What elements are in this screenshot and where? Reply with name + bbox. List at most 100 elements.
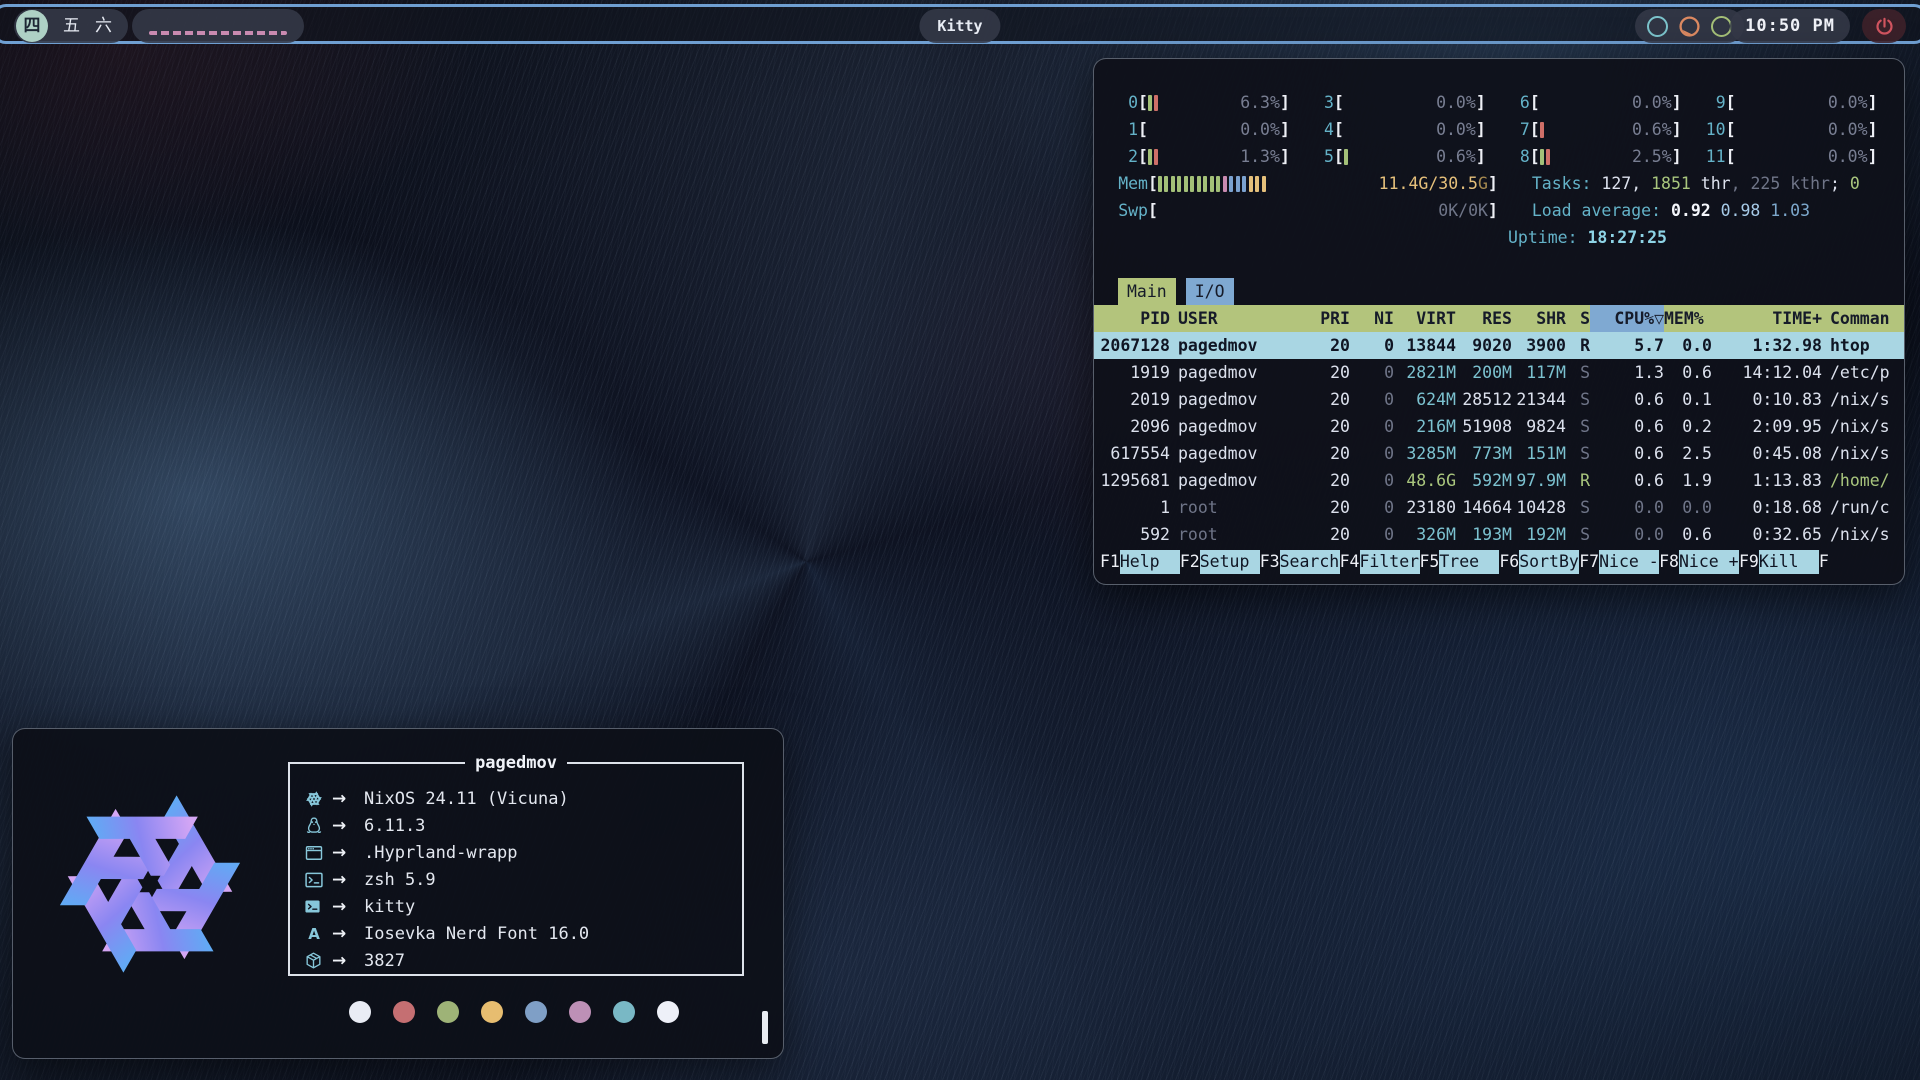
cpu-meter-9: 9[0.0%] (1706, 93, 1878, 112)
cpu-meter-3: 3[0.0%] (1314, 93, 1486, 112)
fetch-value: kitty (364, 897, 415, 917)
htop-terminal-window[interactable]: 0[6.3%]3[0.0%]6[0.0%]9[0.0%]1[0.0%]4[0.0… (1093, 58, 1905, 585)
fkey-f4-filter[interactable]: F4Filter (1340, 550, 1420, 574)
terminal-color-palette (349, 1001, 679, 1023)
shell-icon (304, 870, 332, 890)
tab-main[interactable]: Main (1118, 278, 1176, 305)
cpu-meter-0: 0[6.3%] (1118, 93, 1290, 112)
palette-dot-1 (393, 1001, 415, 1023)
svg-text:A: A (308, 925, 320, 943)
uptime-value: Uptime: 18:27:25 (1508, 228, 1667, 247)
fkey-f5-tree[interactable]: F5Tree (1420, 550, 1500, 574)
fkey-f8-nice+[interactable]: F8Nice + (1659, 550, 1739, 574)
power-icon (1873, 15, 1896, 38)
fetch-value: zsh 5.9 (364, 870, 436, 890)
mpris-widget[interactable] (132, 9, 304, 43)
fetch-value: NixOS 24.11 (Vicuna) (364, 789, 569, 809)
fkey-f6-sortby[interactable]: F6SortBy (1499, 550, 1579, 574)
process-row-1295681[interactable]: 1295681pagedmov20048.6G592M97.9MR0.61.91… (1094, 467, 1904, 494)
clock-label: 10:50 PM (1745, 16, 1835, 36)
cpu-meter-4: 4[0.0%] (1314, 120, 1486, 139)
fetch-value: Iosevka Nerd Font 16.0 (364, 924, 589, 944)
arrow-icon: → (332, 951, 364, 971)
cpu-meters: 0[6.3%]3[0.0%]6[0.0%]9[0.0%]1[0.0%]4[0.0… (1094, 89, 1904, 170)
swap-meter-row: Swp[0K/0K] Load average: 0.92 0.98 1.03 (1094, 197, 1904, 224)
fetch-row: →3827 (304, 947, 734, 974)
cpu-meter-10: 10[0.0%] (1706, 120, 1878, 139)
workspace-button-四[interactable]: 四 (16, 10, 48, 42)
teal-circle-icon[interactable] (1647, 16, 1668, 37)
border-line (567, 762, 744, 764)
font-icon: A (304, 924, 332, 944)
htop-content: 0[6.3%]3[0.0%]6[0.0%]9[0.0%]1[0.0%]4[0.0… (1094, 59, 1904, 584)
fetch-row: →zsh 5.9 (304, 866, 734, 893)
palette-dot-7 (657, 1001, 679, 1023)
status-bar: 四五六 Kitty 10:50 PM (0, 0, 1920, 48)
fetch-value: .Hyprland-wrapp (364, 843, 518, 863)
process-table-header[interactable]: PIDUSERPRINIVIRTRESSHRSCPU%▽MEM%TIME+Com… (1094, 305, 1904, 332)
clock-widget[interactable]: 10:50 PM (1730, 9, 1850, 43)
nixos-logo (35, 769, 265, 999)
fetch-value: 6.11.3 (364, 816, 425, 836)
desktop: 四五六 Kitty 10:50 PM 0[6.3%]3 (0, 0, 1920, 1080)
mpris-progress-dashes (149, 31, 287, 35)
uptime-row: Uptime: 18:27:25 (1094, 224, 1904, 251)
process-row-592[interactable]: 592root200326M193M192MS0.00.60:32.65/nix… (1094, 521, 1904, 548)
fkey-f7-nice[interactable]: F7Nice - (1579, 550, 1659, 574)
arrow-icon: → (332, 789, 364, 809)
cpu-meter-8: 8[2.5%] (1510, 147, 1682, 166)
fetch-row: →.Hyprland-wrapp (304, 839, 734, 866)
cpu-meter-7: 7[0.6%] (1510, 120, 1682, 139)
cpu-meter-11: 11[0.0%] (1706, 147, 1878, 166)
arrow-icon: → (332, 816, 364, 836)
load-average: Load average: 0.92 0.98 1.03 (1532, 201, 1810, 220)
nix-icon (304, 789, 332, 809)
palette-dot-4 (525, 1001, 547, 1023)
tasks-summary: Tasks: 127, 1851 thr, 225 kthr; 0 (1532, 174, 1860, 193)
swap-meter: Swp[0K/0K] (1118, 201, 1498, 220)
process-row-617554[interactable]: 617554pagedmov2003285M773M151MS0.62.50:4… (1094, 440, 1904, 467)
process-row-2067128[interactable]: 2067128pagedmov2001384490203900R5.70.01:… (1094, 332, 1904, 359)
fkey-f9-kill[interactable]: F9Kill (1739, 550, 1819, 574)
fkey-f3-search[interactable]: F3Search (1260, 550, 1340, 574)
arrow-icon: → (332, 924, 364, 944)
username-title: pagedmov (475, 753, 557, 773)
moon-circle-icon[interactable] (1678, 15, 1701, 38)
window-title-label: Kitty (937, 17, 982, 35)
fkey-f[interactable]: F (1819, 552, 1829, 571)
workspace-button-六[interactable]: 六 (95, 9, 112, 43)
fetch-row: A →Iosevka Nerd Font 16.0 (304, 920, 734, 947)
process-row-2096[interactable]: 2096pagedmov200216M519089824S0.60.22:09.… (1094, 413, 1904, 440)
workspace-button-五[interactable]: 五 (63, 9, 80, 43)
cpu-meter-5: 5[0.6%] (1314, 147, 1486, 166)
cpu-meter-2: 2[1.3%] (1118, 147, 1290, 166)
memory-meter-row: Mem[11.4G/30.5G]Tasks: 127, 1851 thr, 22… (1094, 170, 1904, 197)
tab-io[interactable]: I/O (1186, 278, 1234, 305)
arrow-icon: → (332, 897, 364, 917)
process-row-2019[interactable]: 2019pagedmov200624M2851221344S0.60.10:10… (1094, 386, 1904, 413)
fetch-value: 3827 (364, 951, 405, 971)
palette-dot-2 (437, 1001, 459, 1023)
palette-dot-5 (569, 1001, 591, 1023)
htop-tabs: Main I/O (1094, 278, 1904, 305)
arrow-icon: → (332, 870, 364, 890)
power-button[interactable] (1862, 9, 1906, 43)
system-info-box: pagedmov →NixOS 24.11 (Vicuna)→6.11.3→.H… (288, 763, 744, 976)
green-circle-icon[interactable] (1711, 16, 1732, 37)
fkey-f1-help[interactable]: F1Help (1100, 550, 1180, 574)
process-row-1[interactable]: 1root200231801466410428S0.00.00:18.68/ru… (1094, 494, 1904, 521)
packages-icon (304, 951, 332, 970)
palette-dot-6 (613, 1001, 635, 1023)
process-table: 2067128pagedmov2001384490203900R5.70.01:… (1094, 332, 1904, 548)
blank-row (1094, 251, 1904, 278)
fastfetch-terminal-window[interactable]: pagedmov →NixOS 24.11 (Vicuna)→6.11.3→.H… (12, 728, 784, 1059)
info-box-top-border: pagedmov (288, 753, 744, 773)
fkey-f2-setup[interactable]: F2Setup (1180, 550, 1260, 574)
fetch-row: →6.11.3 (304, 812, 734, 839)
border-line (288, 762, 465, 764)
terminal-icon (304, 898, 332, 915)
process-row-1919[interactable]: 1919pagedmov2002821M200M117MS1.30.614:12… (1094, 359, 1904, 386)
workspaces-widget: 四五六 (14, 9, 128, 43)
linux-icon (304, 816, 332, 836)
palette-dot-0 (349, 1001, 371, 1023)
